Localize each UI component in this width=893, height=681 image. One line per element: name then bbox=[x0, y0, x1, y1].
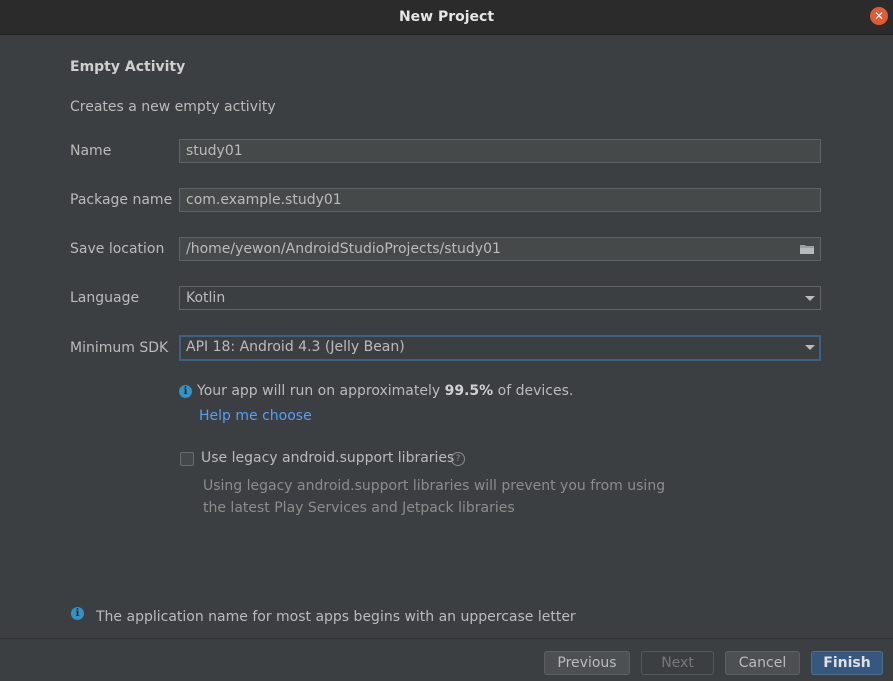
next-button[interactable]: Next bbox=[641, 651, 714, 675]
info-icon: i bbox=[179, 385, 192, 398]
legacy-support-checkbox[interactable] bbox=[180, 452, 194, 466]
language-value: Kotlin bbox=[186, 290, 226, 306]
language-select[interactable]: Kotlin bbox=[179, 286, 821, 310]
name-label: Name bbox=[70, 143, 112, 159]
template-description: Creates a new empty activity bbox=[70, 99, 276, 115]
package-name-field[interactable]: com.example.study01 bbox=[179, 188, 821, 212]
help-icon[interactable]: ? bbox=[451, 452, 465, 466]
cancel-button[interactable]: Cancel bbox=[725, 651, 800, 675]
title-bar: New Project ✕ bbox=[0, 0, 893, 35]
info-icon: i bbox=[71, 607, 84, 620]
legacy-support-description-line2: the latest Play Services and Jetpack lib… bbox=[203, 500, 515, 516]
name-field[interactable]: study01 bbox=[179, 139, 821, 163]
legacy-support-label[interactable]: Use legacy android.support libraries bbox=[201, 450, 454, 466]
help-me-choose-link[interactable]: Help me choose bbox=[199, 408, 312, 424]
close-icon[interactable]: ✕ bbox=[870, 7, 888, 25]
minimum-sdk-label: Minimum SDK bbox=[70, 340, 169, 356]
save-location-value: /home/yewon/AndroidStudioProjects/study0… bbox=[186, 241, 501, 257]
template-heading: Empty Activity bbox=[70, 59, 186, 75]
validation-info-text: The application name for most apps begin… bbox=[96, 609, 576, 625]
language-label: Language bbox=[70, 290, 140, 306]
minimum-sdk-value: API 18: Android 4.3 (Jelly Bean) bbox=[186, 339, 405, 355]
finish-button[interactable]: Finish bbox=[811, 651, 883, 675]
previous-button[interactable]: Previous bbox=[544, 651, 630, 675]
sdk-coverage-text: Your app will run on approximately 99.5%… bbox=[197, 383, 573, 399]
save-location-field[interactable]: /home/yewon/AndroidStudioProjects/study0… bbox=[179, 237, 821, 261]
window-title: New Project bbox=[398, 9, 495, 25]
minimum-sdk-select[interactable]: API 18: Android 4.3 (Jelly Bean) bbox=[179, 335, 821, 361]
chevron-down-icon bbox=[805, 345, 815, 350]
sdk-coverage-prefix: Your app will run on approximately bbox=[197, 383, 445, 399]
folder-icon[interactable] bbox=[800, 244, 814, 254]
sdk-coverage-suffix: of devices. bbox=[493, 383, 574, 399]
chevron-down-icon bbox=[805, 296, 815, 301]
legacy-support-description-line1: Using legacy android.support libraries w… bbox=[203, 478, 666, 494]
package-name-label: Package name bbox=[70, 192, 173, 208]
save-location-label: Save location bbox=[70, 241, 165, 257]
sdk-coverage-percent: 99.5% bbox=[444, 383, 494, 399]
